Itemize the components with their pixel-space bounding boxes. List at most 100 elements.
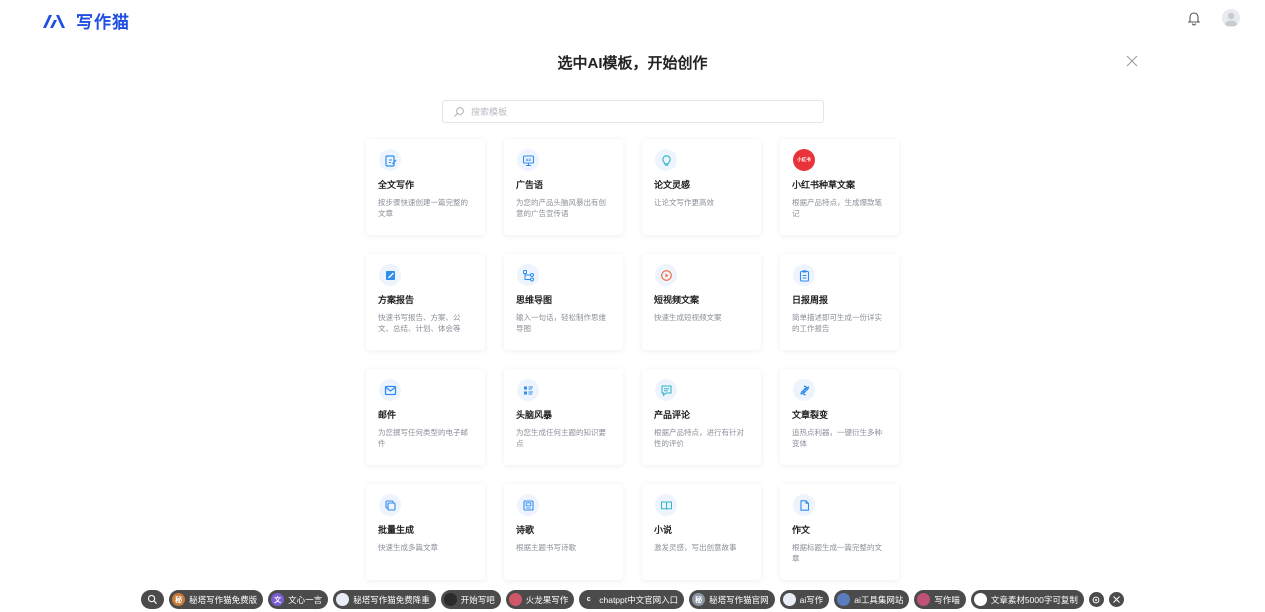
logo[interactable]: 写作猫 [42,8,130,33]
bookmark-item[interactable]: 文文心一言 [268,590,329,609]
template-card[interactable]: AD 广告语 为您的产品头脑风暴出有创意的广告宣传语 [504,139,623,235]
template-card[interactable]: 批量生成 快速生成多篇文章 [366,484,485,580]
logo-mark-icon [43,14,65,28]
pencil-doc-icon [379,149,401,171]
avatar[interactable] [1222,9,1240,27]
bell-icon[interactable] [1186,10,1202,26]
brainstorm-icon [517,379,539,401]
bookmark-favicon-icon [917,593,931,606]
template-description: 让论文写作更高效 [654,198,714,207]
mail-icon [379,379,401,401]
template-card[interactable]: 短视频文案 快速生成短视频文案 [642,254,761,350]
browser-bookmark-bar: 秘秘塔写作猫免费版文文心一言 秘塔写作猫免费降重 开始写吧 火龙果写作 c chatppt… [0,587,1265,612]
template-card[interactable]: 方案报告快速书写报告、方案、公文、总结、计划、体会等 [366,254,485,350]
xiaohongshu-icon: 小红书 [793,149,815,171]
template-card[interactable]: 思维导图输入一句话，轻松制作思维导图 [504,254,623,350]
template-card[interactable]: 小红书 小红书种草文案 根据产品特点，生成爆款笔记 [780,139,899,235]
bookmark-favicon-icon: 秘 [172,593,186,606]
comment-icon [655,379,677,401]
clipboard-icon [793,264,815,286]
template-title: 小说 [654,525,673,535]
template-card[interactable]: 诗歌根据主题书写诗歌 [504,484,623,580]
bookmark-favicon-icon: c [582,593,596,606]
bookmark-item[interactable]: 开始写吧 [440,590,501,609]
template-description: 为您的产品头脑风暴出有创意的广告宣传语 [516,198,606,218]
template-card[interactable]: 头脑风暴为您生成任何主题的知识要点 [504,369,623,465]
template-description: 简单描述即可生成一份详实的工作报告 [792,313,882,333]
bookmark-label: chatppt中文官网入口 [599,594,679,605]
template-description: 根据产品特点，进行有针对性的评价 [654,428,744,448]
template-description: 根据标题生成一篇完整的文章 [792,543,882,563]
template-title: 头脑风暴 [516,410,553,420]
template-title: 作文 [792,525,811,535]
template-card[interactable]: 邮件 为您撰写任何类型的电子邮件 [366,369,485,465]
close-icon[interactable] [1125,54,1139,68]
report-icon [379,264,401,286]
template-title: 产品评论 [654,410,691,420]
template-card[interactable]: 全文写作按步骤快速创建一篇完整的文章 [366,139,485,235]
bookmark-label: ai写作 [799,594,824,605]
bookmark-item[interactable]: 秘秘塔写作猫免费版 [169,590,264,609]
bookmark-item[interactable]: 秘塔写作猫免费降重 [333,590,436,609]
book-icon [655,494,677,516]
template-card[interactable]: 日报周报简单描述即可生成一份详实的工作报告 [780,254,899,350]
bookmark-favicon-icon: 文 [271,593,285,606]
bookmark-item[interactable]: ai写作 [779,590,830,609]
search-box[interactable] [442,100,824,123]
template-title: 批量生成 [378,525,415,535]
settings-icon[interactable] [1088,592,1104,607]
template-title: 诗歌 [516,525,535,535]
search-icon[interactable] [141,590,165,609]
template-grid: 全文写作 按步骤快速创建一篇完整的文章 AD 广告语 为您的产品头脑风暴出有创意的广告宣… [366,139,899,580]
bookmark-item[interactable]: c chatppt中文官网入口 [579,590,685,609]
close-icon[interactable] [1108,592,1124,607]
template-description: 输入一句话，轻松制作思维导图 [516,313,606,333]
bookmark-favicon-icon [973,593,987,606]
template-card[interactable]: 文章裂变 追热点利器，一键衍生多种变体 [780,369,899,465]
poem-icon [517,494,539,516]
template-card[interactable]: 产品评论根据产品特点，进行有针对性的评价 [642,369,761,465]
template-title: 全文写作 [378,180,415,190]
bookmark-item[interactable]: 文章素材5000字可复制 [970,590,1084,609]
bookmark-favicon-icon: 秘 [692,593,706,606]
template-description: 激发灵感，写出创意故事 [654,543,737,552]
template-description: 根据主题书写诗歌 [516,543,576,552]
video-icon [655,264,677,286]
bookmark-favicon-icon [508,593,522,606]
mindmap-icon [517,264,539,286]
template-title: 论文灵感 [654,180,691,190]
bookmark-favicon-icon [443,593,457,606]
bookmark-label: 文章素材5000字可复制 [990,594,1078,605]
bookmark-label: 秘塔写作猫免费版 [189,594,258,605]
bookmark-label: 文心一言 [288,594,323,605]
template-card[interactable]: 作文根据标题生成一篇完整的文章 [780,484,899,580]
search-input[interactable] [471,106,791,117]
user-icon [1224,12,1238,26]
page-title: 选中AI模板，开始创作 [557,55,708,72]
template-card[interactable]: 小说激发灵感，写出创意故事 [642,484,761,580]
template-description: 为您撰写任何类型的电子邮件 [378,428,468,448]
bookmark-label: 火龙果写作 [525,594,569,605]
template-title: 思维导图 [516,295,553,305]
svg-text:AD: AD [525,157,531,162]
bookmark-label: 写作喵 [934,594,960,605]
bookmark-item[interactable]: 秘秘塔写作猫官网 [689,590,775,609]
template-description: 快速书写报告、方案、公文、总结、计划、体会等 [378,313,461,333]
template-title: 小红书种草文案 [792,180,856,190]
template-title: 日报周报 [792,295,829,305]
bookmark-label: ai工具集网站 [854,594,904,605]
template-title: 方案报告 [378,295,415,305]
template-card[interactable]: 论文灵感让论文写作更高效 [642,139,761,235]
bookmark-label: 开始写吧 [460,594,495,605]
bookmark-item[interactable]: 写作喵 [914,590,966,609]
ad-icon: AD [517,149,539,171]
bookmark-item[interactable]: ai工具集网站 [834,590,910,609]
bookmark-favicon-icon [837,593,851,606]
fission-icon [793,379,815,401]
bookmark-item[interactable]: 火龙果写作 [505,590,575,609]
template-description: 快速生成短视频文案 [654,313,722,322]
bookmark-favicon-icon [782,593,796,606]
template-description: 按步骤快速创建一篇完整的文章 [378,198,468,218]
template-title: 文章裂变 [792,410,829,420]
template-description: 为您生成任何主题的知识要点 [516,428,606,448]
